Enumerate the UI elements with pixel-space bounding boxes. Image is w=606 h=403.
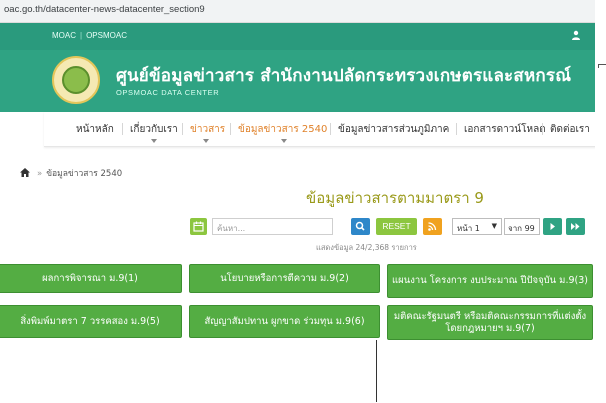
- nav-item-regional-info[interactable]: ข้อมูลข่าวสารส่วนภูมิภาค: [338, 122, 449, 137]
- nav-item-home[interactable]: หน้าหลัก: [76, 122, 114, 137]
- page-select-value: หน้า 1: [457, 224, 480, 233]
- nav-separator: [330, 123, 331, 135]
- top-link-moac[interactable]: MOAC: [52, 31, 76, 40]
- page-select[interactable]: หน้า 1 ▼: [452, 218, 502, 235]
- site-title-english: OPSMOAC DATA CENTER: [116, 88, 220, 97]
- url-text[interactable]: oac.go.th/datacenter-news-datacenter_sec…: [4, 4, 205, 15]
- ministry-seal-logo[interactable]: [52, 56, 100, 104]
- browser-window: oac.go.th/datacenter-news-datacenter_sec…: [0, 0, 595, 340]
- fast-forward-icon: [571, 223, 580, 230]
- breadcrumb: » ข้อมูลข่าวสาร 2540: [20, 166, 122, 180]
- rss-button[interactable]: [423, 218, 442, 235]
- seal-inner: [62, 66, 90, 94]
- address-bar[interactable]: oac.go.th/datacenter-news-datacenter_sec…: [0, 0, 595, 23]
- play-next-icon: [550, 223, 555, 230]
- top-utility-bar: MOAC | OPSMOAC: [0, 23, 595, 50]
- chevron-down-icon: ▼: [491, 222, 497, 230]
- site-header: ศูนย์ข้อมูลข่าวสาร สำนักงานปลัดกระทรวงเก…: [0, 50, 595, 112]
- top-link-separator: |: [80, 31, 83, 40]
- breadcrumb-separator: »: [37, 169, 43, 179]
- category-tile[interactable]: นโยบายหรือการตีความ ม.9(2): [189, 264, 380, 293]
- breadcrumb-current[interactable]: ข้อมูลข่าวสาร 2540: [46, 169, 122, 179]
- nav-item-info-2540[interactable]: ข้อมูลข่าวสาร 2540: [238, 122, 327, 137]
- category-tile[interactable]: สิ่งพิมพ์มาตรา 7 วรรคสอง ม.9(5): [0, 305, 182, 338]
- site-title-thai: ศูนย์ข้อมูลข่าวสาร สำนักงานปลัดกระทรวงเก…: [116, 66, 572, 86]
- category-tile[interactable]: มติคณะรัฐมนตรี หรือมติคณะกรรมการที่แต่งต…: [387, 305, 593, 340]
- category-tile[interactable]: สัญญาสัมปทาน ผูกขาด ร่วมทุน ม.9(6): [189, 305, 380, 338]
- nav-item-contact[interactable]: ติดต่อเรา: [550, 122, 590, 137]
- nav-separator: [456, 123, 457, 135]
- home-icon[interactable]: [20, 168, 30, 177]
- top-links: MOAC | OPSMOAC: [52, 31, 127, 40]
- top-link-opsmoac[interactable]: OPSMOAC: [86, 31, 127, 40]
- last-page-button[interactable]: [566, 218, 585, 235]
- search-icon: [355, 221, 365, 231]
- rss-icon: [428, 222, 437, 231]
- chevron-down-icon: [203, 139, 209, 143]
- nav-item-news[interactable]: ข่าวสาร: [190, 122, 225, 137]
- chevron-down-icon: [281, 139, 287, 143]
- calendar-icon: [193, 221, 204, 232]
- callout-connector: [376, 340, 377, 402]
- page-total: จาก 99: [504, 218, 540, 235]
- nav-separator: [122, 123, 123, 135]
- result-count: แสดงข้อมูล 24/2,368 รายการ: [316, 243, 417, 252]
- callout-tick: [598, 64, 599, 68]
- callout-line: [598, 64, 606, 65]
- nav-separator: [230, 123, 231, 135]
- date-filter-button[interactable]: [190, 218, 207, 235]
- page-title: ข้อมูลข่าวสารตามมาตรา 9: [306, 189, 484, 207]
- search-button[interactable]: [351, 218, 370, 235]
- user-icon[interactable]: [571, 30, 581, 40]
- search-input[interactable]: ค้นหา...: [212, 218, 333, 235]
- chevron-down-icon: [151, 139, 157, 143]
- nav-separator: [542, 123, 543, 135]
- nav-item-downloads[interactable]: เอกสารดาวน์โหลด: [464, 122, 546, 137]
- reset-button[interactable]: RESET: [376, 218, 417, 235]
- main-navigation: หน้าหลัก เกี่ยวกับเรา ข่าวสาร ข้อมูลข่าว…: [44, 112, 595, 147]
- next-page-button[interactable]: [543, 218, 562, 235]
- category-tile[interactable]: แผนงาน โครงการ งบประมาณ ปีปัจจุบัน ม.9(3…: [387, 264, 593, 298]
- nav-separator: [182, 123, 183, 135]
- nav-item-about[interactable]: เกี่ยวกับเรา: [130, 122, 178, 137]
- category-tile[interactable]: ผลการพิจารณา ม.9(1): [0, 264, 182, 293]
